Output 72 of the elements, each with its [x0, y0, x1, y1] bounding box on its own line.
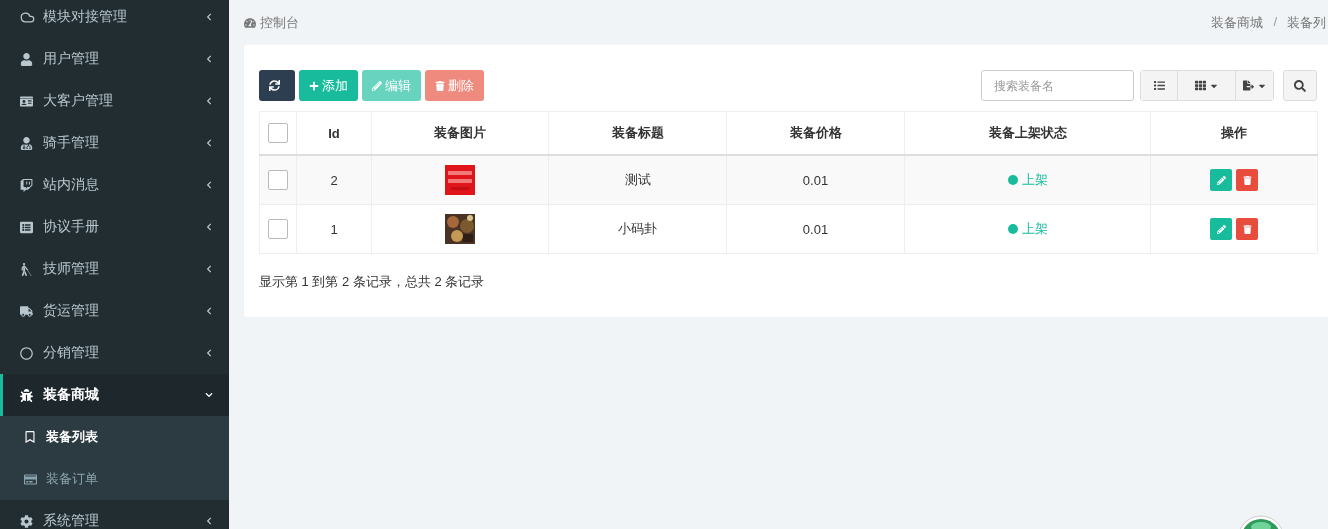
- columns-button[interactable]: [1178, 71, 1236, 100]
- settings-icon: [20, 514, 35, 528]
- trash-icon: [1242, 175, 1252, 185]
- pagination-summary: 显示第 1 到第 2 条记录，总共 2 条记录: [259, 273, 486, 291]
- grid-icon: [1194, 80, 1206, 91]
- export-icon: [1242, 80, 1254, 91]
- user-icon: [20, 136, 35, 150]
- page-title: 控制台: [260, 13, 299, 32]
- sidebar-item[interactable]: 系统管理: [0, 500, 229, 529]
- row-checkbox[interactable]: [268, 219, 288, 239]
- sidebar-item[interactable]: 大客户管理: [0, 80, 229, 122]
- cloud-icon: [20, 9, 35, 25]
- breadcrumb-separator: /: [1273, 13, 1277, 31]
- chevron-left-icon: [205, 97, 213, 105]
- table-cell: 2: [296, 155, 372, 205]
- id-card-icon: [20, 94, 35, 108]
- refresh-icon: [269, 80, 280, 91]
- table-cell: 1: [296, 204, 372, 254]
- chevron-left-icon: [205, 517, 213, 525]
- chevron-left-icon: [205, 349, 213, 357]
- sidebar-item[interactable]: 模块对接管理: [0, 0, 229, 38]
- sidebar-item[interactable]: 用户管理: [0, 38, 229, 80]
- table-cell: 小码卦: [548, 204, 727, 254]
- user-icon: [20, 52, 35, 66]
- trash-icon: [1242, 224, 1252, 234]
- select-all-checkbox[interactable]: [268, 123, 288, 143]
- chevron-left-icon: [205, 223, 213, 231]
- chat-icon: [20, 178, 35, 192]
- list-view-button[interactable]: [1141, 71, 1178, 100]
- chevron-left-icon: [205, 55, 213, 63]
- chevron-left-icon: [205, 181, 213, 189]
- pencil-icon: [1216, 224, 1226, 234]
- delete-button[interactable]: [1236, 169, 1258, 191]
- plus-icon: [309, 80, 319, 91]
- dashboard-icon: [244, 16, 256, 29]
- card-icon: [24, 472, 38, 486]
- sidebar-item[interactable]: 装备商城: [0, 374, 229, 416]
- bookmark-icon: [24, 431, 38, 443]
- sidebar-item[interactable]: 站内消息: [0, 164, 229, 206]
- search-field[interactable]: 搜索装备名: [981, 70, 1134, 101]
- breadcrumb-link[interactable]: 装备列: [1287, 13, 1326, 32]
- list-icon: [1153, 80, 1165, 91]
- chevron-left-icon: [205, 307, 213, 315]
- chevron-left-icon: [205, 265, 213, 273]
- table-cell: 0.01: [726, 204, 905, 254]
- list-icon: [20, 220, 35, 234]
- sidebar-item[interactable]: 协议手册: [0, 206, 229, 248]
- refresh-button[interactable]: [259, 70, 295, 101]
- search-button[interactable]: [1283, 70, 1317, 101]
- search-icon: [1294, 79, 1306, 92]
- sidebar-item[interactable]: 货运管理: [0, 290, 229, 332]
- edit-button[interactable]: [1210, 218, 1232, 240]
- sidebar-subitem[interactable]: 装备订单: [0, 458, 229, 500]
- table-cell: 测试: [548, 155, 727, 205]
- pencil-icon: [372, 80, 382, 91]
- truck-icon: [20, 304, 35, 318]
- trash-icon: [435, 80, 445, 91]
- sidebar-subitem[interactable]: 装备列表: [0, 416, 229, 458]
- sidebar-item[interactable]: 骑手管理: [0, 122, 229, 164]
- sidebar-item[interactable]: 技师管理: [0, 248, 229, 290]
- delete-button[interactable]: [1236, 218, 1258, 240]
- export-button[interactable]: [1236, 71, 1273, 100]
- chevron-left-icon: [205, 13, 213, 21]
- edit-button[interactable]: [1210, 169, 1232, 191]
- bug-icon: [20, 388, 35, 402]
- breadcrumb-link[interactable]: 装备商城: [1211, 13, 1264, 32]
- row-checkbox[interactable]: [268, 170, 288, 190]
- pencil-icon: [1216, 175, 1226, 185]
- sidebar-item[interactable]: 分销管理: [0, 332, 229, 374]
- chevron-down-icon: [205, 391, 213, 399]
- chevron-left-icon: [205, 139, 213, 147]
- table-cell: 0.01: [726, 155, 905, 205]
